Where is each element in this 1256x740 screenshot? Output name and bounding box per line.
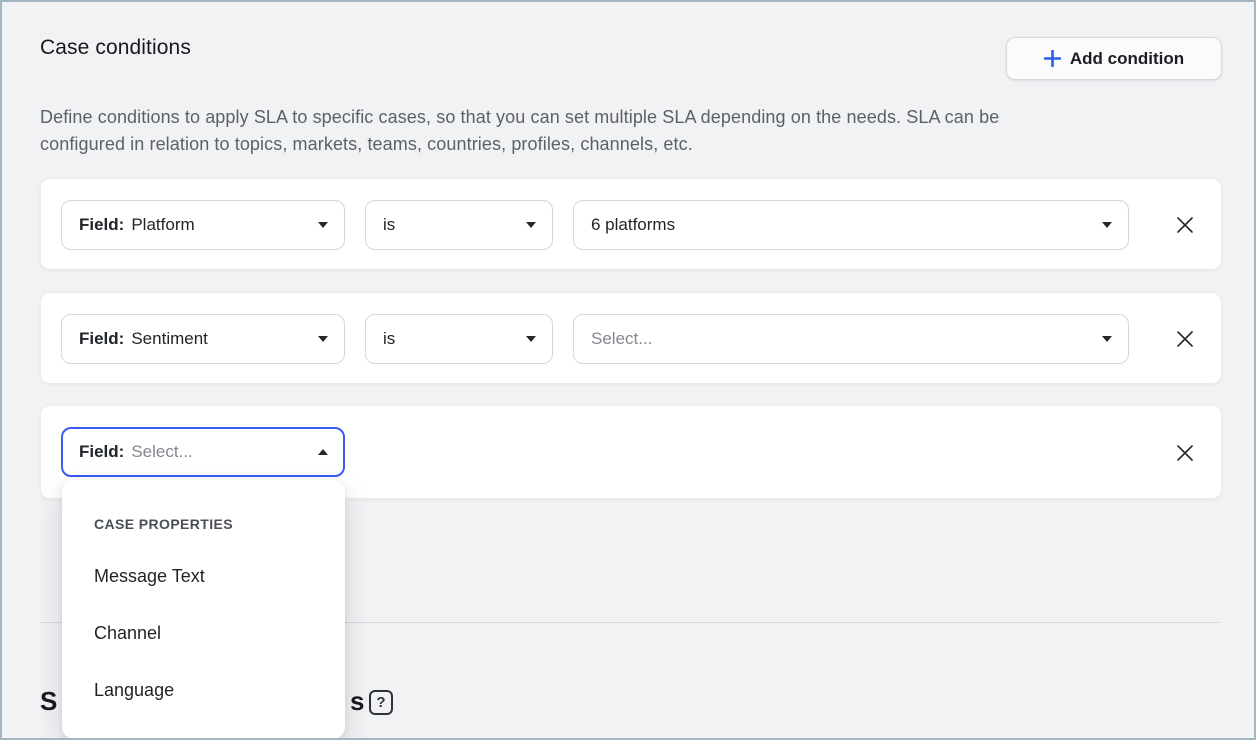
field-select-value: Sentiment xyxy=(131,329,208,349)
value-select[interactable]: Select... xyxy=(573,314,1129,364)
field-select-label: Field: xyxy=(79,215,124,235)
chevron-down-icon xyxy=(526,336,536,342)
section-description: Define conditions to apply SLA to specif… xyxy=(40,104,999,158)
field-select-open[interactable]: Field: Select... xyxy=(61,427,345,477)
remove-condition-button[interactable] xyxy=(1163,317,1207,361)
field-select-label: Field: xyxy=(79,442,124,462)
chevron-down-icon xyxy=(526,222,536,228)
field-options-dropdown: CASE PROPERTIES Message Text Channel Lan… xyxy=(62,480,345,739)
chevron-down-icon xyxy=(1102,222,1112,228)
plus-icon xyxy=(1044,50,1061,67)
field-select-placeholder: Select... xyxy=(131,442,192,462)
condition-row-2: Field: Sentiment is Select... xyxy=(40,292,1222,384)
operator-select[interactable]: is xyxy=(365,314,553,364)
description-line: configured in relation to topics, market… xyxy=(40,131,999,158)
field-select-label: Field: xyxy=(79,329,124,349)
chevron-up-icon xyxy=(318,449,328,455)
operator-select-value: is xyxy=(383,329,395,349)
remove-condition-button[interactable] xyxy=(1163,431,1207,475)
close-icon xyxy=(1174,328,1196,350)
add-condition-label: Add condition xyxy=(1070,49,1184,69)
dropdown-option-message-text[interactable]: Message Text xyxy=(62,550,345,602)
field-select-value: Platform xyxy=(131,215,194,235)
next-section-heading-fragment: S xyxy=(40,686,57,717)
chevron-down-icon xyxy=(318,222,328,228)
field-select[interactable]: Field: Platform xyxy=(61,200,345,250)
dropdown-option-channel[interactable]: Channel xyxy=(62,607,345,659)
description-line: Define conditions to apply SLA to specif… xyxy=(40,104,999,131)
chevron-down-icon xyxy=(318,336,328,342)
chevron-down-icon xyxy=(1102,336,1112,342)
close-icon xyxy=(1174,442,1196,464)
help-icon[interactable]: ? xyxy=(369,690,393,715)
dropdown-group-label: CASE PROPERTIES xyxy=(94,516,233,532)
condition-row-1: Field: Platform is 6 platforms xyxy=(40,178,1222,270)
sla-case-conditions-page: Case conditions Add condition Define con… xyxy=(0,0,1256,740)
page-title: Case conditions xyxy=(40,36,191,60)
close-icon xyxy=(1174,214,1196,236)
value-select-placeholder: Select... xyxy=(591,329,652,349)
operator-select-value: is xyxy=(383,215,395,235)
dropdown-option-language[interactable]: Language xyxy=(62,664,345,716)
remove-condition-button[interactable] xyxy=(1163,203,1207,247)
operator-select[interactable]: is xyxy=(365,200,553,250)
value-select[interactable]: 6 platforms xyxy=(573,200,1129,250)
value-select-value: 6 platforms xyxy=(591,215,675,235)
add-condition-button[interactable]: Add condition xyxy=(1006,37,1222,80)
next-section-heading-fragment: s xyxy=(350,686,364,717)
field-select[interactable]: Field: Sentiment xyxy=(61,314,345,364)
